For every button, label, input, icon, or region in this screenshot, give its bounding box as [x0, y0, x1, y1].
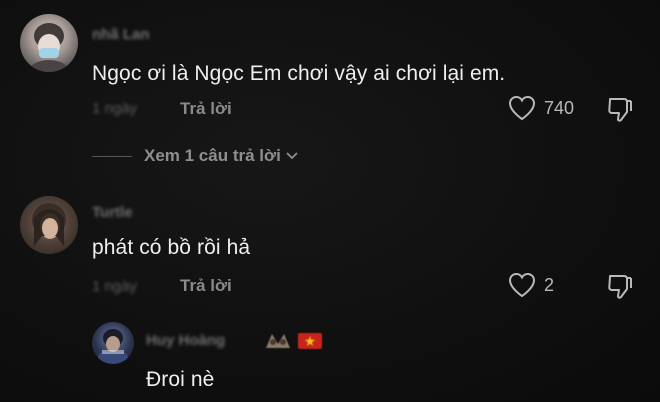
- avatar-image: [32, 203, 66, 246]
- view-replies-toggle[interactable]: Xem 1 câu trả lời: [92, 146, 299, 166]
- dislike-button[interactable]: [606, 96, 634, 129]
- reply-text: Đroi nè: [146, 368, 215, 391]
- chevron-down-icon: [286, 152, 298, 160]
- emoji-badge-icon: [264, 330, 292, 350]
- comment-item: nhã Lan Ngọc ơi là Ngọc Em chơi vậy ai c…: [0, 0, 660, 140]
- avatar[interactable]: [20, 14, 78, 72]
- comment-timestamp: 1 ngày: [92, 278, 138, 295]
- avatar[interactable]: [20, 196, 78, 254]
- heart-outline-icon: [508, 95, 536, 121]
- comment-item: Turtle phát có bồ rồi hả 1 ngày Trả lời …: [0, 180, 660, 310]
- comment-timestamp: 1 ngày: [92, 100, 138, 117]
- reply-button[interactable]: Trả lời: [180, 99, 232, 119]
- like-button[interactable]: 740: [508, 95, 574, 121]
- view-replies-label: Xem 1 câu trả lời: [144, 146, 281, 165]
- vietnam-flag-icon: [298, 332, 322, 350]
- heart-outline-icon: [508, 272, 536, 298]
- reply-button[interactable]: Trả lời: [180, 276, 232, 296]
- avatar-image: [27, 23, 71, 72]
- reply-item: Huy Hoàng Đroi nè: [0, 318, 660, 402]
- avatar-image: [98, 329, 128, 364]
- reply-username[interactable]: Huy Hoàng: [146, 332, 225, 349]
- comment-username[interactable]: Turtle: [92, 204, 133, 221]
- comment-username[interactable]: nhã Lan: [92, 26, 150, 43]
- like-count: 740: [544, 97, 575, 118]
- comment-text: Ngọc ơi là Ngọc Em chơi vậy ai chơi lại …: [92, 62, 506, 85]
- dislike-button[interactable]: [606, 273, 634, 306]
- divider: [92, 155, 132, 157]
- thumbs-down-outline-icon: [608, 98, 632, 122]
- avatar[interactable]: [92, 322, 134, 364]
- comment-section: nhã Lan Ngọc ơi là Ngọc Em chơi vậy ai c…: [0, 0, 660, 402]
- thumbs-down-outline-icon: [608, 275, 632, 299]
- like-button[interactable]: 2: [508, 272, 554, 298]
- like-count: 2: [544, 274, 555, 295]
- comment-text: phát có bồ rồi hả: [92, 236, 251, 259]
